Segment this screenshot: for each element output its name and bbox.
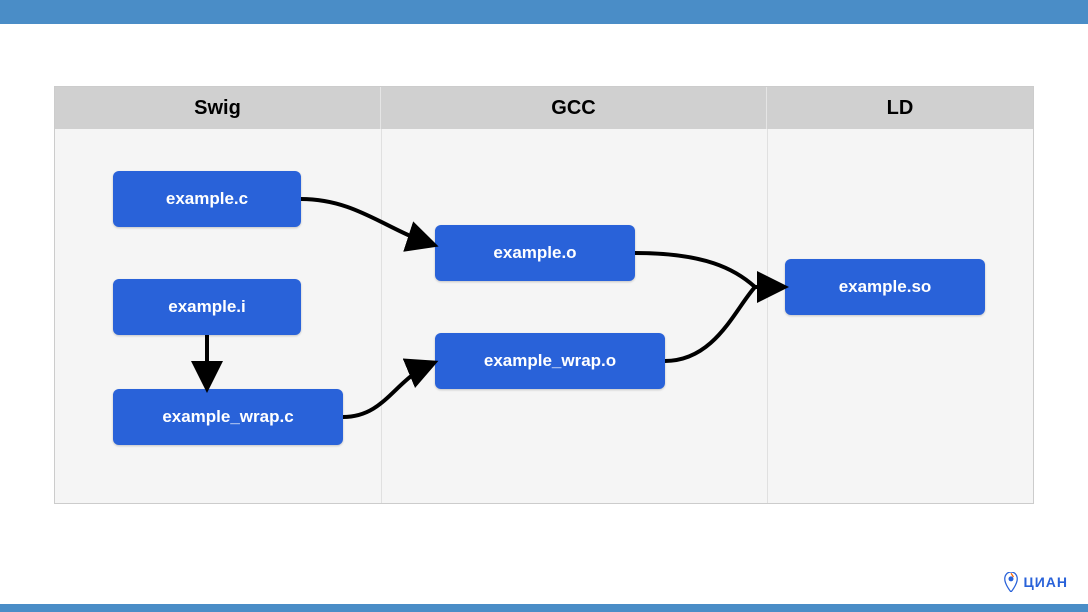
bottom-bar	[0, 604, 1088, 612]
top-bar	[0, 0, 1088, 24]
logo-text: ЦИАН	[1023, 574, 1068, 590]
column-header-swig: Swig	[55, 87, 381, 129]
arrow-wrap-c-to-wrap-o	[343, 364, 431, 417]
diagram-container: Swig GCC LD example.c example.i example_…	[54, 86, 1034, 504]
node-example-wrap-c: example_wrap.c	[113, 389, 343, 445]
node-example-o: example.o	[435, 225, 635, 281]
node-example-i: example.i	[113, 279, 301, 335]
logo: ЦИАН	[1003, 572, 1068, 592]
column-header-ld: LD	[767, 87, 1033, 129]
header-row: Swig GCC LD	[55, 87, 1033, 129]
column-divider	[381, 129, 382, 503]
arrow-o-to-merge	[635, 253, 755, 287]
arrow-c-to-o	[301, 199, 431, 244]
column-divider	[767, 129, 768, 503]
node-example-wrap-o: example_wrap.o	[435, 333, 665, 389]
arrow-wrap-o-to-merge	[665, 287, 755, 361]
node-example-c: example.c	[113, 171, 301, 227]
node-example-so: example.so	[785, 259, 985, 315]
location-pin-icon	[1003, 572, 1019, 592]
column-header-gcc: GCC	[381, 87, 767, 129]
content-area: example.c example.i example_wrap.c examp…	[55, 129, 1033, 503]
